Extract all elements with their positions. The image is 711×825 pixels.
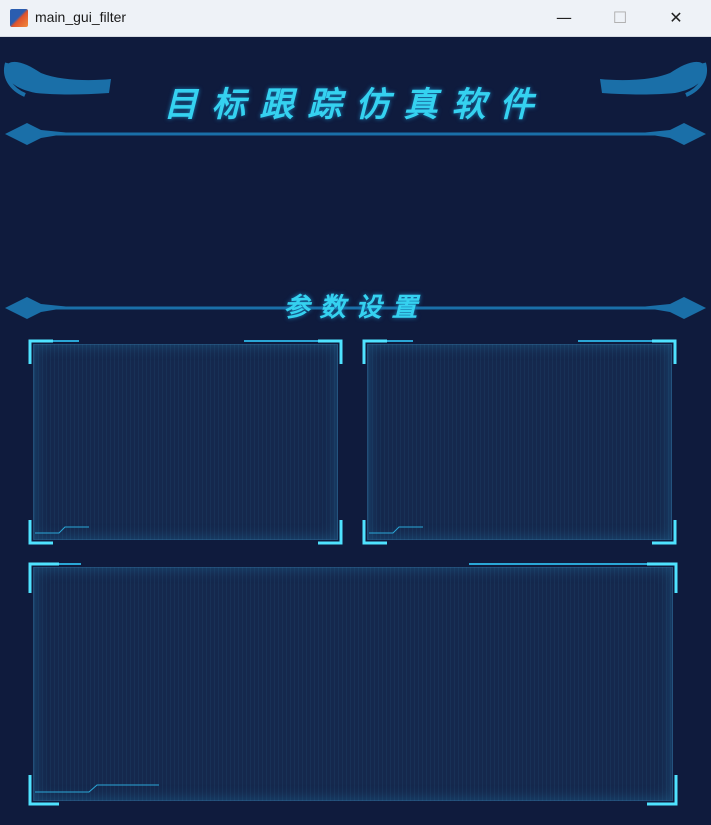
minimize-icon: — <box>556 7 572 27</box>
maximize-button[interactable]: ☐ <box>592 0 648 34</box>
window-title: main_gui_filter <box>35 9 127 25</box>
panel-bottom <box>28 562 678 806</box>
panel-top-right <box>362 339 677 545</box>
matlab-icon <box>10 9 28 27</box>
maximize-icon: ☐ <box>612 7 628 27</box>
close-icon: ✕ <box>669 7 683 27</box>
figure-canvas: 目标跟踪仿真软件 参数设置 <box>1 37 710 824</box>
close-button[interactable]: ✕ <box>648 0 704 34</box>
panel-top-left <box>28 339 343 545</box>
panel-frame <box>28 339 343 545</box>
parameters-section-title: 参数设置 <box>283 293 428 323</box>
minimize-button[interactable]: — <box>536 0 592 34</box>
app-title: 目标跟踪仿真软件 <box>163 85 548 125</box>
panel-frame <box>28 562 678 806</box>
window-titlebar: main_gui_filter — ☐ ✕ <box>0 0 711 37</box>
panel-frame <box>362 339 677 545</box>
